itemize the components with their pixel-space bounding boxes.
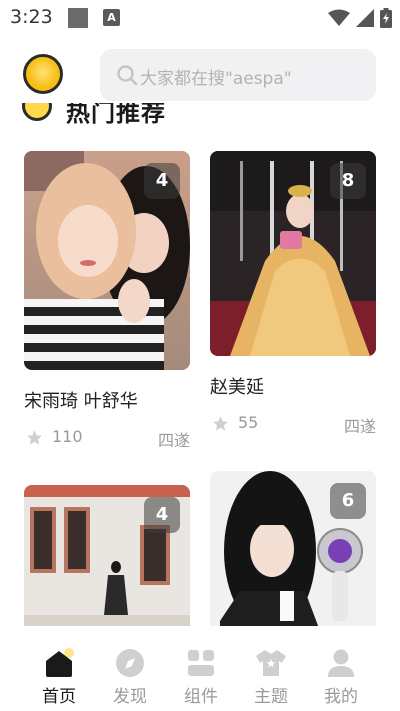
card-image[interactable]: 8 [210, 151, 376, 356]
card-image[interactable]: 4 [24, 151, 190, 370]
search-box[interactable]: 大家都在搜"aespa" [100, 49, 376, 101]
image-count-badge: 4 [144, 497, 180, 533]
nav-label: 发现 [113, 687, 147, 707]
star-icon[interactable] [26, 429, 43, 446]
search-placeholder: 大家都在搜"aespa" [140, 69, 292, 89]
status-bar: 3:23 A [0, 0, 400, 36]
nav-item-discover[interactable]: 发现 [100, 648, 160, 707]
bottom-navigation: 首页 发现 组件 主题 我的 [0, 626, 400, 711]
card-title: 赵美延 [210, 377, 264, 398]
wallpaper-feed[interactable]: 4 宋雨琦 叶舒华 110 四遂 8 赵美延 55 四遂 4 6 [0, 129, 400, 626]
nav-item-profile[interactable]: 我的 [311, 648, 371, 707]
discover-icon [116, 649, 144, 677]
status-icons [328, 6, 392, 30]
image-count-badge: 6 [330, 483, 366, 519]
notification-app-icon: A [103, 9, 120, 26]
nav-item-theme[interactable]: 主题 [241, 648, 301, 707]
likes-count: 110 [52, 427, 83, 446]
nav-label: 首页 [42, 687, 76, 707]
likes-count: 55 [238, 413, 259, 432]
nav-label: 主题 [254, 687, 288, 707]
nav-item-widgets[interactable]: 组件 [171, 648, 231, 707]
theme-shirt-icon [256, 650, 286, 676]
section-sun-icon [22, 103, 52, 121]
widgets-icon [188, 650, 214, 676]
section-title: 热门推荐 [66, 103, 166, 127]
card-image[interactable]: 4 [24, 485, 190, 626]
star-icon[interactable] [212, 415, 229, 432]
wallpaper-card[interactable]: 8 赵美延 55 四遂 [210, 151, 376, 437]
battery-icon [380, 8, 392, 28]
image-count-badge: 8 [330, 163, 366, 199]
section-header: 热门推荐 [0, 103, 400, 129]
home-icon [46, 648, 74, 677]
wifi-icon [328, 9, 350, 26]
notification-square-icon [68, 8, 88, 28]
user-avatar[interactable] [23, 54, 63, 94]
card-meta: 110 四遂 [24, 427, 190, 451]
card-title: 宋雨琦 叶舒华 [24, 391, 138, 412]
profile-icon [328, 649, 354, 677]
cell-signal-icon [356, 9, 374, 27]
wallpaper-card[interactable]: 4 宋雨琦 叶舒华 110 四遂 [24, 151, 190, 451]
wallpaper-card[interactable]: 4 [24, 485, 190, 626]
author-name[interactable]: 四遂 [158, 427, 190, 451]
wallpaper-card[interactable]: 6 [210, 471, 376, 626]
author-name[interactable]: 四遂 [344, 413, 376, 437]
image-count-badge: 4 [144, 163, 180, 199]
nav-item-home[interactable]: 首页 [29, 648, 89, 707]
status-time: 3:23 [10, 6, 53, 28]
nav-label: 组件 [184, 687, 218, 707]
nav-label: 我的 [324, 687, 358, 707]
search-icon [117, 65, 138, 86]
card-meta: 55 四遂 [210, 413, 376, 437]
card-image[interactable]: 6 [210, 471, 376, 626]
